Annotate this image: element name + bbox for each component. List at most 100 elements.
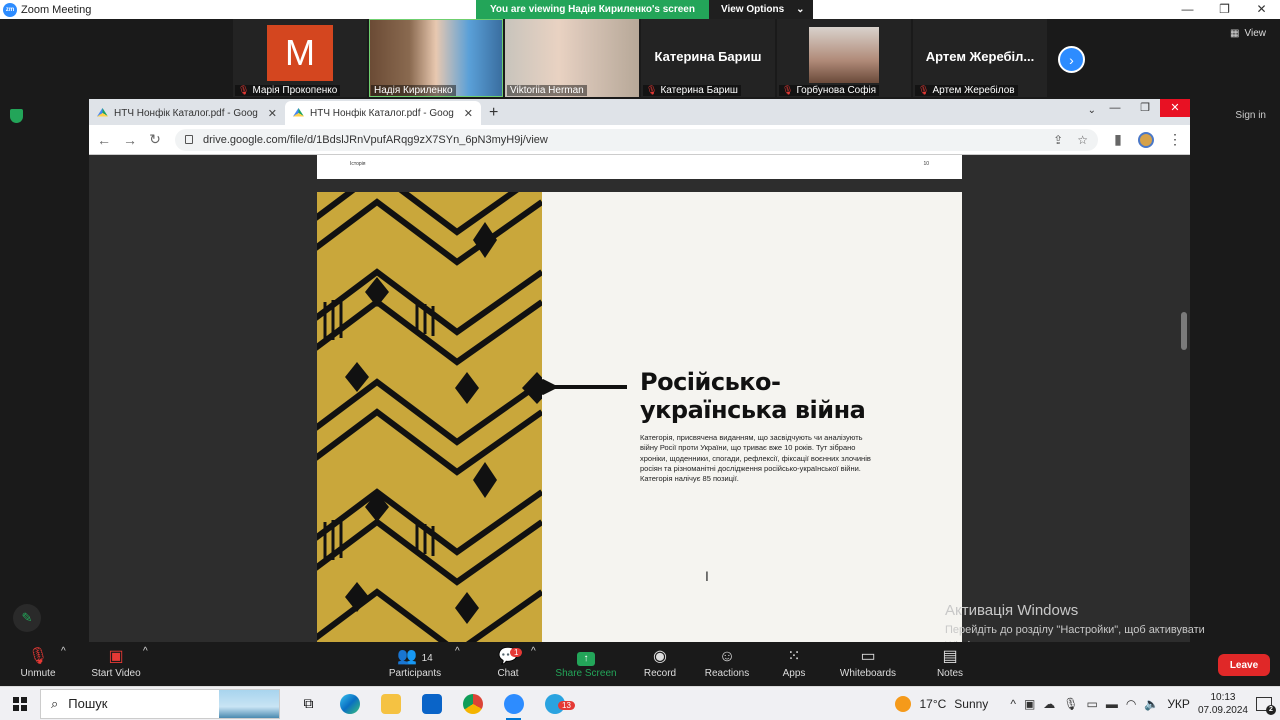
battery-icon[interactable]: ▬ bbox=[1106, 697, 1118, 711]
windows-logo-icon bbox=[13, 696, 27, 711]
participant-name: Марія Прокопенко bbox=[252, 85, 338, 96]
task-view-icon[interactable]: ⧉ bbox=[288, 687, 329, 720]
participant-tile[interactable]: Катерина Бариш 🎙 Катерина Бариш bbox=[641, 19, 775, 97]
minimize-icon[interactable]: — bbox=[1169, 0, 1206, 19]
apps-icon: ⁙ bbox=[787, 648, 801, 665]
new-tab-button[interactable]: + bbox=[489, 101, 498, 125]
share-icon[interactable]: ⇪ bbox=[1053, 133, 1063, 147]
url-text: drive.google.com/file/d/1BdslJRnVpufARqg… bbox=[203, 133, 548, 146]
security-shield-icon[interactable] bbox=[10, 109, 23, 123]
restore-icon[interactable]: ❐ bbox=[1130, 99, 1160, 117]
taskbar-apps: ⧉ 13 bbox=[288, 687, 575, 720]
viewing-banner-text: You are viewing Надія Кириленко's screen bbox=[476, 0, 709, 19]
edge-icon[interactable] bbox=[329, 687, 370, 720]
start-button[interactable] bbox=[0, 696, 40, 711]
video-options-caret[interactable]: ^ bbox=[143, 646, 148, 657]
chat-button[interactable]: 💬 1 Chat bbox=[494, 646, 523, 679]
scrollbar-thumb[interactable] bbox=[1181, 312, 1187, 350]
participants-options-caret[interactable]: ^ bbox=[455, 646, 460, 657]
ornament-pattern bbox=[317, 192, 542, 642]
previous-page: Історія 10 bbox=[317, 155, 962, 179]
taskbar-search-box[interactable]: ⌕ Пошук bbox=[40, 688, 280, 719]
annotate-pencil-icon[interactable]: ✎ bbox=[13, 604, 41, 632]
participant-tile[interactable]: Надія Кириленко bbox=[369, 19, 503, 97]
clock[interactable]: 10:13 07.09.2024 bbox=[1198, 691, 1248, 717]
url-input[interactable]: drive.google.com/file/d/1BdslJRnVpufARqg… bbox=[175, 128, 1098, 151]
window-title: Zoom Meeting bbox=[21, 3, 92, 16]
bookmark-star-icon[interactable]: ☆ bbox=[1077, 133, 1088, 147]
weather-desc[interactable]: Sunny bbox=[954, 697, 988, 711]
side-panel-icon[interactable]: ▮ bbox=[1112, 131, 1124, 148]
clock-date: 07.09.2024 bbox=[1197, 704, 1248, 716]
notes-icon: ▤ bbox=[942, 648, 958, 665]
sign-in-link[interactable]: Sign in bbox=[1235, 110, 1266, 121]
tray-app-icon[interactable]: ▣ bbox=[1024, 697, 1035, 711]
search-icon: ⌕ bbox=[51, 695, 59, 711]
chevron-right-icon: › bbox=[1069, 51, 1074, 68]
forward-icon[interactable]: → bbox=[123, 132, 137, 148]
file-explorer-icon[interactable] bbox=[370, 687, 411, 720]
page-header-left: Історія bbox=[350, 161, 366, 167]
notification-center-icon[interactable]: 2 bbox=[1256, 696, 1276, 715]
weather-sun-icon[interactable] bbox=[895, 695, 912, 712]
microphone-icon[interactable]: 🎙 bbox=[1063, 697, 1078, 711]
language-indicator[interactable]: УКР bbox=[1167, 697, 1190, 711]
audio-options-caret[interactable]: ^ bbox=[61, 646, 66, 657]
unmute-button[interactable]: 🎙 Unmute bbox=[18, 646, 58, 679]
apps-button[interactable]: ⁙ Apps bbox=[780, 646, 808, 679]
participant-name: Артем Жеребілов bbox=[932, 85, 1015, 96]
view-button[interactable]: ▦ View bbox=[1230, 28, 1266, 39]
profile-avatar-icon[interactable] bbox=[1138, 131, 1154, 148]
close-icon[interactable]: ✕ bbox=[1243, 0, 1280, 19]
whiteboard-icon: ▭ bbox=[860, 648, 876, 665]
back-icon[interactable]: ← bbox=[97, 132, 111, 148]
close-icon[interactable]: ✕ bbox=[1160, 99, 1190, 117]
browser-tab[interactable]: НТЧ Нонфік Каталог.pdf - Goog ✕ bbox=[89, 101, 285, 125]
search-placeholder: Пошук bbox=[68, 696, 108, 711]
show-hidden-icons-chevron-icon[interactable]: ^ bbox=[1010, 697, 1016, 711]
participant-tile[interactable]: Viktoriia Herman bbox=[505, 19, 639, 97]
category-title: Російсько- українська війна bbox=[640, 368, 866, 424]
volume-icon[interactable]: 🔈 bbox=[1144, 697, 1159, 711]
display-icon[interactable]: ▭ bbox=[1087, 697, 1098, 711]
participants-button[interactable]: 👥 14 Participants bbox=[386, 646, 444, 679]
view-options-button[interactable]: View Options ⌄ bbox=[708, 0, 813, 19]
participants-icon: 👥 14 bbox=[397, 648, 433, 665]
page-number: 10 bbox=[923, 161, 929, 167]
restore-icon[interactable]: ❐ bbox=[1206, 0, 1243, 19]
reload-icon[interactable]: ↻ bbox=[149, 131, 161, 148]
chrome-icon[interactable] bbox=[452, 687, 493, 720]
telegram-icon[interactable]: 13 bbox=[534, 687, 575, 720]
tab-search-icon[interactable]: ⌄ bbox=[1088, 105, 1096, 116]
start-video-button[interactable]: ▣ Start Video bbox=[88, 646, 144, 679]
participant-tile[interactable]: 🎙 Горбунова Софія bbox=[777, 19, 911, 97]
zoom-toolbar: 🎙 Unmute ^ ▣ Start Video ^ 👥 14 Particip… bbox=[0, 642, 1280, 686]
close-tab-icon[interactable]: ✕ bbox=[464, 107, 473, 120]
wifi-icon[interactable]: ◠ bbox=[1126, 697, 1136, 711]
share-screen-button[interactable]: ↑ Share Screen bbox=[554, 646, 618, 679]
record-icon: ◉ bbox=[653, 648, 667, 665]
notes-button[interactable]: ▤ Notes bbox=[934, 646, 966, 679]
menu-kebab-icon[interactable]: ⋮ bbox=[1168, 131, 1182, 148]
minimize-icon[interactable]: — bbox=[1100, 99, 1130, 117]
browser-tab-active[interactable]: НТЧ Нонфік Каталог.pdf - Goog ✕ bbox=[285, 101, 481, 125]
share-screen-icon: ↑ bbox=[577, 652, 595, 666]
weather-temp[interactable]: 17°C bbox=[919, 697, 946, 711]
participant-strip: M 🎙 Марія Прокопенко Надія Кириленко Vikt… bbox=[233, 19, 1047, 97]
chat-options-caret[interactable]: ^ bbox=[531, 646, 536, 657]
lock-icon[interactable] bbox=[185, 135, 193, 144]
whiteboards-button[interactable]: ▭ Whiteboards bbox=[837, 646, 899, 679]
next-participants-button[interactable]: › bbox=[1058, 46, 1085, 73]
participant-tile[interactable]: Артем Жеребіл... 🎙 Артем Жеребілов bbox=[913, 19, 1047, 97]
cloud-icon[interactable]: ☁ bbox=[1043, 697, 1055, 711]
mail-icon[interactable] bbox=[411, 687, 452, 720]
participant-name: Катерина Бариш bbox=[660, 85, 738, 96]
participant-tile[interactable]: M 🎙 Марія Прокопенко bbox=[233, 19, 367, 97]
record-button[interactable]: ◉ Record bbox=[642, 646, 678, 679]
leave-button[interactable]: Leave bbox=[1218, 654, 1270, 676]
activation-title: Активація Windows bbox=[945, 602, 1079, 619]
zoom-app-icon[interactable] bbox=[493, 687, 534, 720]
close-tab-icon[interactable]: ✕ bbox=[268, 107, 277, 120]
category-description: Категорія, присвячена виданням, що засві… bbox=[640, 433, 871, 484]
reactions-button[interactable]: ☺ Reactions bbox=[703, 646, 751, 679]
